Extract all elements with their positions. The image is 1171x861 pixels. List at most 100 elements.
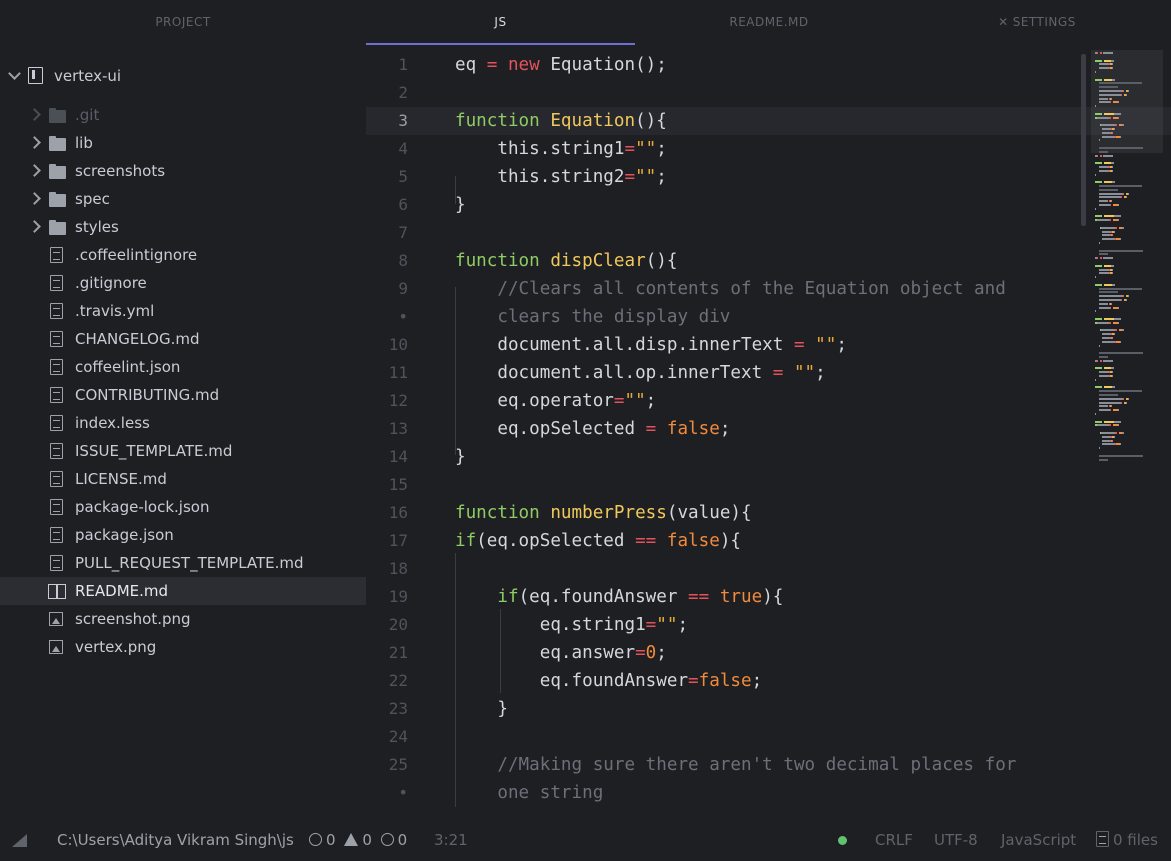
code-line[interactable]: 16 function numberPress(value){ xyxy=(366,499,1171,527)
code-line[interactable]: 20 eq.string1=""; xyxy=(366,611,1171,639)
code-line[interactable]: • clears the display div xyxy=(366,303,1171,331)
tree-item[interactable]: .gitignore xyxy=(0,269,366,297)
code-line[interactable]: 5 this.string2=""; xyxy=(366,163,1171,191)
code-line[interactable]: 7 xyxy=(366,219,1171,247)
line-number[interactable]: 23 xyxy=(366,695,408,723)
tree-item[interactable]: ISSUE_TEMPLATE.md xyxy=(0,437,366,465)
code-line[interactable]: 10 document.all.disp.innerText = ""; xyxy=(366,331,1171,359)
tree-toggle-icon[interactable] xyxy=(12,834,27,847)
code-line[interactable]: 15 xyxy=(366,471,1171,499)
encoding[interactable]: UTF-8 xyxy=(934,820,978,861)
tree-item[interactable]: styles xyxy=(0,213,366,241)
cursor-position[interactable]: 3:21 xyxy=(434,820,468,861)
code-line[interactable]: 2 xyxy=(366,79,1171,107)
line-number[interactable]: 20 xyxy=(366,611,408,639)
diagnostics[interactable]: 0 0 0 xyxy=(309,820,407,861)
tree-item[interactable]: .git xyxy=(0,101,366,129)
code-line[interactable]: 22 eq.foundAnswer=false; xyxy=(366,667,1171,695)
line-number[interactable]: 16 xyxy=(366,499,408,527)
code-line[interactable]: 14} xyxy=(366,443,1171,471)
tree-item[interactable]: package-lock.json xyxy=(0,493,366,521)
line-number[interactable]: 4 xyxy=(366,135,408,163)
tree-item[interactable]: package.json xyxy=(0,521,366,549)
code-line[interactable]: 11 document.all.op.innerText = ""; xyxy=(366,359,1171,387)
code-token: "" xyxy=(815,335,837,355)
line-number[interactable]: 1 xyxy=(366,51,408,79)
line-number[interactable]: 24 xyxy=(366,723,408,751)
code-line[interactable]: 12 eq.operator=""; xyxy=(366,387,1171,415)
line-number[interactable]: • xyxy=(366,779,408,807)
tree-item[interactable]: coffeelint.json xyxy=(0,353,366,381)
code-line[interactable]: 8 function dispClear(){ xyxy=(366,247,1171,275)
line-number[interactable]: 11 xyxy=(366,359,408,387)
line-number[interactable]: 18 xyxy=(366,555,408,583)
tree-item[interactable]: vertex.png xyxy=(0,633,366,661)
tree-item[interactable]: .coffeelintignore xyxy=(0,241,366,269)
line-number[interactable]: 5 xyxy=(366,163,408,191)
tree-root-vertex-ui[interactable]: vertex-ui xyxy=(0,62,366,90)
line-ending[interactable]: CRLF xyxy=(875,820,913,861)
github-files[interactable]: 0 files xyxy=(1096,820,1158,861)
line-number[interactable]: 8 xyxy=(366,247,408,275)
code-line[interactable]: 25 //Making sure there aren't two decima… xyxy=(366,751,1171,779)
tree-item[interactable]: PULL_REQUEST_TEMPLATE.md xyxy=(0,549,366,577)
code-line[interactable]: 1 eq = new Equation(); xyxy=(366,51,1171,79)
line-number[interactable]: 17 xyxy=(366,527,408,555)
code-line[interactable]: 13 eq.opSelected = false; xyxy=(366,415,1171,443)
code-line[interactable]: 24 xyxy=(366,723,1171,751)
tree-item[interactable]: lib xyxy=(0,129,366,157)
tree-item-label: screenshot.png xyxy=(75,610,191,628)
line-number[interactable]: 7 xyxy=(366,219,408,247)
tree-item[interactable]: screenshots xyxy=(0,157,366,185)
line-number[interactable]: 22 xyxy=(366,667,408,695)
code-token: ; xyxy=(719,419,731,439)
grammar[interactable]: JavaScript xyxy=(1001,820,1076,861)
line-number[interactable]: 6 xyxy=(366,191,408,219)
code-token: eq.operator xyxy=(455,391,614,411)
tab-readme[interactable]: README.MD xyxy=(635,0,903,45)
code-line[interactable]: 17 if(eq.opSelected == false){ xyxy=(366,527,1171,555)
tab-js[interactable]: JS xyxy=(366,0,635,45)
tree-item[interactable]: CHANGELOG.md xyxy=(0,325,366,353)
code-text: //Making sure there aren't two decimal p… xyxy=(455,751,1016,779)
tree-item[interactable]: README.md xyxy=(0,577,366,605)
line-number[interactable]: 3 xyxy=(366,107,408,135)
line-number[interactable]: 13 xyxy=(366,415,408,443)
line-number[interactable]: 15 xyxy=(366,471,408,499)
line-number[interactable]: 9 xyxy=(366,275,408,303)
code-line[interactable]: 6} xyxy=(366,191,1171,219)
code-line[interactable]: 21 eq.answer=0; xyxy=(366,639,1171,667)
line-number[interactable]: 2 xyxy=(366,79,408,107)
code-line[interactable]: 4 this.string1=""; xyxy=(366,135,1171,163)
code-token: = xyxy=(645,615,657,635)
code-line[interactable]: 9 //Clears all contents of the Equation … xyxy=(366,275,1171,303)
code-line[interactable]: 18 xyxy=(366,555,1171,583)
minimap-line xyxy=(1120,135,1122,138)
tree-item[interactable]: CONTRIBUTING.md xyxy=(0,381,366,409)
code-line[interactable]: • one string xyxy=(366,779,1171,807)
file-path[interactable]: C:\Users\Aditya Vikram Singh\js xyxy=(57,820,294,861)
line-number[interactable]: 12 xyxy=(366,387,408,415)
tab-settings[interactable]: ✕ SETTINGS xyxy=(903,0,1171,45)
vertical-scrollbar[interactable] xyxy=(1081,54,1086,226)
line-number[interactable]: 21 xyxy=(366,639,408,667)
line-number[interactable]: 14 xyxy=(366,443,408,471)
tree-item[interactable]: .travis.yml xyxy=(0,297,366,325)
tree-item[interactable]: LICENSE.md xyxy=(0,465,366,493)
code-token: ; xyxy=(645,391,657,411)
tree-item[interactable]: screenshot.png xyxy=(0,605,366,633)
tab-project[interactable]: PROJECT xyxy=(0,0,366,45)
code-token: "" xyxy=(635,167,657,187)
code-line[interactable]: 23 } xyxy=(366,695,1171,723)
line-number[interactable]: 19 xyxy=(366,583,408,611)
chevron-right-icon xyxy=(28,220,41,233)
tree-item[interactable]: index.less xyxy=(0,409,366,437)
line-number[interactable]: 10 xyxy=(366,331,408,359)
code-line[interactable]: 19 if(eq.foundAnswer == true){ xyxy=(366,583,1171,611)
line-number[interactable]: 25 xyxy=(366,751,408,779)
minimap[interactable] xyxy=(1091,50,1163,490)
code-editor[interactable]: 1 eq = new Equation(); 2 3 function Equation… xyxy=(366,45,1171,820)
code-line[interactable]: 3 function Equation(){ xyxy=(366,107,1171,135)
tree-item[interactable]: spec xyxy=(0,185,366,213)
line-number[interactable]: • xyxy=(366,303,408,331)
